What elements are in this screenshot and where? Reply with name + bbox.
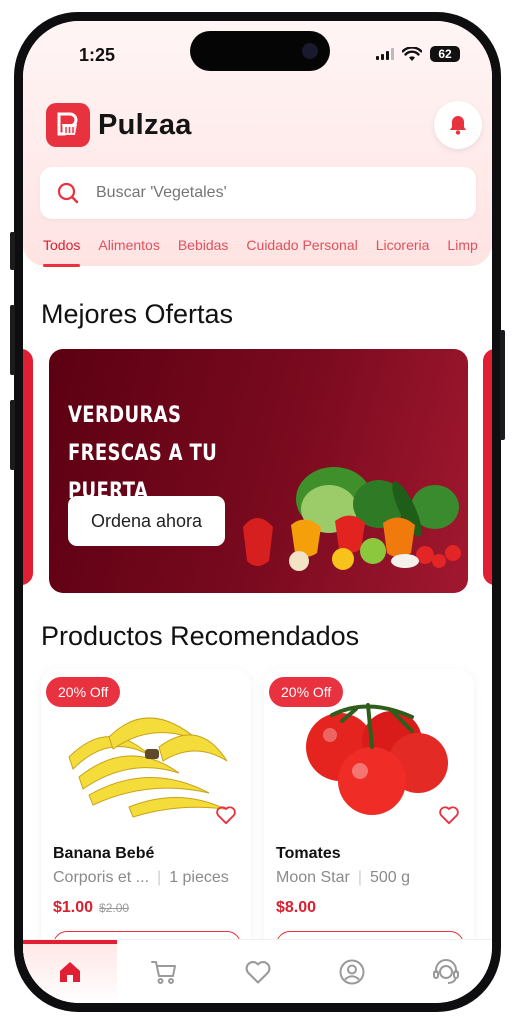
discount-badge: 20% Off — [46, 677, 121, 707]
recommended-title: Productos Recomendados — [41, 621, 360, 651]
favorite-heart-icon[interactable] — [215, 805, 237, 825]
volume-down-button — [10, 400, 15, 470]
signal-icon — [376, 48, 394, 60]
app-screen: 1:25 62 Pulzaa Buscar 'Vegetales' Todos … — [23, 21, 492, 1003]
brand-name: Pulzaa — [98, 109, 192, 141]
offers-title: Mejores Ofertas — [41, 299, 234, 329]
tab-bebidas[interactable]: Bebidas — [178, 237, 229, 267]
product-unit: 1 pieces — [169, 869, 229, 886]
meta-divider: | — [357, 869, 362, 886]
wifi-icon — [402, 46, 422, 61]
silent-switch — [10, 232, 15, 270]
old-price: $2.00 — [99, 901, 130, 915]
profile-icon — [339, 959, 365, 985]
product-brand: Moon Star — [276, 869, 350, 886]
nav-support[interactable] — [399, 940, 492, 1003]
product-meta: Corporis et ... | 1 pieces — [53, 869, 229, 887]
product-price: $1.00 $2.00 — [53, 899, 129, 917]
product-name: Tomates — [276, 845, 341, 862]
camera-icon — [302, 43, 318, 59]
meta-divider: | — [157, 869, 162, 886]
cart-icon — [151, 961, 176, 984]
product-name: Banana Bebé — [53, 845, 155, 862]
support-icon — [433, 959, 459, 984]
product-unit: 500 g — [369, 869, 411, 886]
product-meta: Moon Star | 500 g — [276, 869, 410, 887]
discount-badge: 20% Off — [269, 677, 344, 707]
search-bar[interactable] — [40, 167, 476, 219]
next-banner-peek[interactable] — [483, 349, 492, 585]
product-card[interactable]: 20% Off Banana Bebé Corporis et ... | 1 … — [41, 669, 251, 969]
shopping-basket-logo-icon — [46, 103, 90, 147]
favorite-heart-icon[interactable] — [438, 805, 460, 825]
offer-banner[interactable]: VERDURAS FRESCAS A TU PUERTA Ordena ahor… — [49, 349, 468, 593]
power-button — [500, 330, 505, 440]
vegetables-image — [243, 467, 461, 571]
notifications-button[interactable] — [434, 101, 482, 149]
search-icon — [57, 182, 79, 204]
nav-home[interactable] — [23, 940, 117, 1003]
heart-icon — [245, 961, 271, 984]
phone-frame: 1:25 62 Pulzaa Buscar 'Vegetales' Todos … — [14, 12, 501, 1012]
product-brand: Corporis et ... — [53, 869, 150, 886]
product-price: $8.00 — [276, 899, 316, 917]
search-input[interactable] — [96, 181, 456, 205]
volume-up-button — [10, 305, 15, 375]
nav-favorites[interactable] — [211, 940, 305, 1003]
tab-alimentos[interactable]: Alimentos — [98, 237, 159, 267]
order-now-button[interactable]: Ordena ahora — [68, 496, 225, 546]
bell-icon — [450, 116, 466, 135]
product-card[interactable]: 20% Off Tomates Moon Star | 500 g $8.00 — [264, 669, 474, 969]
status-icons: 62 — [376, 46, 460, 62]
dynamic-island — [190, 31, 330, 71]
battery-indicator: 62 — [430, 46, 460, 62]
tab-limpieza[interactable]: Limp — [447, 237, 477, 267]
current-price: $1.00 — [53, 899, 94, 916]
home-icon — [60, 962, 80, 982]
category-tabs: Todos Alimentos Bebidas Cuidado Personal… — [43, 237, 492, 267]
tab-licoreria[interactable]: Licoreria — [376, 237, 430, 267]
nav-profile[interactable] — [305, 940, 399, 1003]
tab-cuidado-personal[interactable]: Cuidado Personal — [246, 237, 357, 267]
prev-banner-peek[interactable] — [23, 349, 33, 585]
nav-cart[interactable] — [117, 940, 211, 1003]
status-time: 1:25 — [79, 45, 116, 65]
tab-todos[interactable]: Todos — [43, 237, 81, 267]
current-price: $8.00 — [276, 899, 317, 916]
bottom-navigation — [23, 939, 492, 1003]
